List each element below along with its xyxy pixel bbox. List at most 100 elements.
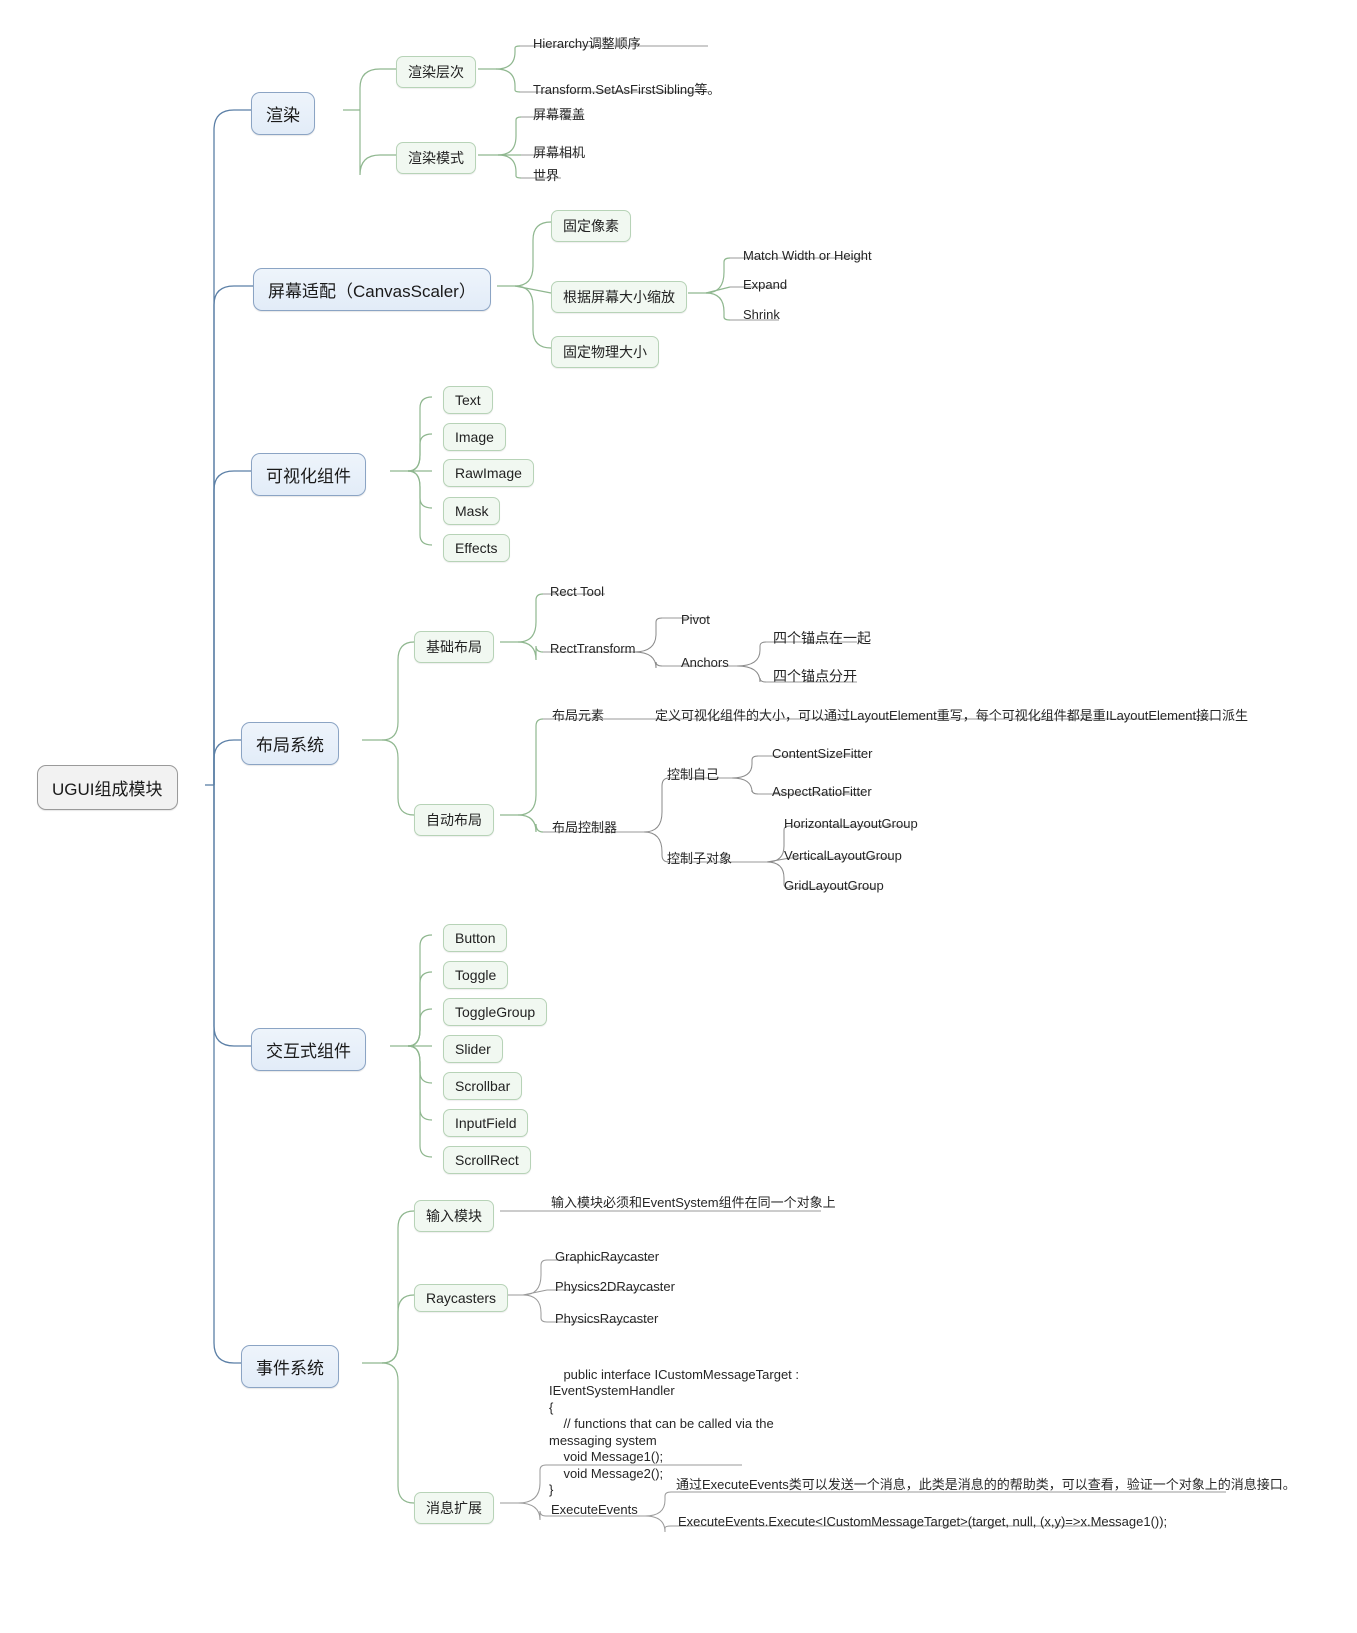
- leaf-label: GridLayoutGroup: [784, 878, 884, 893]
- leaf-label: Hierarchy调整顺序: [533, 36, 641, 51]
- leaf-anchors-together[interactable]: 四个锚点在一起: [771, 631, 873, 648]
- node-text[interactable]: Text: [443, 386, 493, 414]
- leaf-label: 控制自己: [667, 767, 720, 782]
- node-input-field[interactable]: InputField: [443, 1109, 529, 1137]
- leaf-control-children[interactable]: 控制子对象: [665, 851, 734, 868]
- node-label: Mask: [455, 503, 489, 519]
- leaf-screen-overlay[interactable]: 屏幕覆盖: [531, 107, 587, 124]
- leaf-label: 四个锚点分开: [773, 668, 857, 684]
- node-label: Effects: [455, 540, 498, 556]
- node-label: Toggle: [455, 967, 497, 983]
- leaf-shrink[interactable]: Shrink: [741, 307, 782, 324]
- leaf-layout-controller[interactable]: 布局控制器: [550, 820, 619, 837]
- node-constant-physical[interactable]: 固定物理大小: [551, 336, 659, 368]
- leaf-label: Pivot: [681, 612, 710, 627]
- leaf-content-size-fitter[interactable]: ContentSizeFitter: [770, 746, 874, 763]
- leaf-world[interactable]: 世界: [531, 168, 561, 185]
- leaf-label: Rect Tool: [550, 584, 604, 599]
- node-label: 固定物理大小: [563, 344, 647, 360]
- leaf-label: 屏幕覆盖: [533, 107, 586, 122]
- node-label: ScrollRect: [455, 1152, 519, 1168]
- leaf-grid-layout-group[interactable]: GridLayoutGroup: [782, 878, 886, 895]
- leaf-rect-transform[interactable]: RectTransform: [548, 641, 637, 658]
- leaf-label: 屏幕相机: [533, 145, 586, 160]
- node-scroll-rect[interactable]: ScrollRect: [443, 1146, 531, 1174]
- node-constant-pixel[interactable]: 固定像素: [551, 210, 631, 242]
- node-render-layer[interactable]: 渲染层次: [396, 56, 476, 88]
- node-label: 基础布局: [426, 639, 482, 655]
- leaf-horizontal-layout-group[interactable]: HorizontalLayoutGroup: [782, 816, 920, 833]
- leaf-hierarchy-order[interactable]: Hierarchy调整顺序: [531, 36, 643, 53]
- leaf-anchors[interactable]: Anchors: [679, 655, 731, 672]
- leaf-set-as-first-sibling[interactable]: Transform.SetAsFirstSibling等。: [531, 82, 722, 99]
- leaf-label: VerticalLayoutGroup: [784, 848, 902, 863]
- leaf-label: RectTransform: [550, 641, 636, 656]
- leaf-match-width-or-height[interactable]: Match Width or Height: [741, 248, 874, 265]
- branch-node-interactive-components[interactable]: 交互式组件: [251, 1028, 366, 1071]
- node-button[interactable]: Button: [443, 924, 508, 952]
- node-effects[interactable]: Effects: [443, 534, 510, 562]
- leaf-label: 世界: [533, 168, 560, 183]
- node-auto-layout[interactable]: 自动布局: [414, 804, 494, 836]
- branch-node-layout-system[interactable]: 布局系统: [241, 722, 339, 765]
- node-scale-with-screen[interactable]: 根据屏幕大小缩放: [551, 281, 687, 313]
- leaf-layout-element[interactable]: 布局元素: [550, 708, 606, 725]
- branch-label: 交互式组件: [266, 1042, 351, 1061]
- leaf-execute-events[interactable]: ExecuteEvents: [549, 1502, 640, 1519]
- branch-node-render[interactable]: 渲染: [251, 92, 315, 135]
- input-module-description: 输入模块必须和EventSystem组件在同一个对象上: [551, 1195, 836, 1210]
- leaf-label: Transform.SetAsFirstSibling等。: [533, 82, 721, 97]
- leaf-execute-events-code[interactable]: ExecuteEvents.Execute<ICustomMessageTarg…: [676, 1514, 1169, 1531]
- leaf-aspect-ratio-fitter[interactable]: AspectRatioFitter: [770, 784, 874, 801]
- node-label: Text: [455, 392, 481, 408]
- node-render-mode[interactable]: 渲染模式: [396, 142, 476, 174]
- leaf-label: Expand: [743, 277, 788, 292]
- leaf-physics-raycaster[interactable]: PhysicsRaycaster: [553, 1311, 660, 1328]
- node-image[interactable]: Image: [443, 423, 506, 451]
- leaf-screen-camera[interactable]: 屏幕相机: [531, 145, 587, 162]
- leaf-vertical-layout-group[interactable]: VerticalLayoutGroup: [782, 848, 904, 865]
- leaf-label: ContentSizeFitter: [772, 746, 873, 761]
- node-label: InputField: [455, 1115, 517, 1131]
- node-label: 固定像素: [563, 218, 619, 234]
- node-toggle[interactable]: Toggle: [443, 961, 509, 989]
- branch-label: 渲染: [266, 106, 300, 125]
- branch-node-canvas-scaler[interactable]: 屏幕适配（CanvasScaler）: [253, 268, 491, 311]
- root-node[interactable]: UGUI组成模块: [37, 765, 178, 810]
- leaf-label: 控制子对象: [667, 851, 733, 866]
- node-label: RawImage: [455, 465, 522, 481]
- node-input-module[interactable]: 输入模块: [414, 1200, 494, 1232]
- desc-label: 通过ExecuteEvents类可以发送一个消息，此类是消息的的帮助类，可以查看…: [676, 1477, 1296, 1492]
- node-basic-layout[interactable]: 基础布局: [414, 631, 494, 663]
- node-label: 自动布局: [426, 812, 482, 828]
- leaf-control-self[interactable]: 控制自己: [665, 767, 721, 784]
- node-label: 根据屏幕大小缩放: [563, 289, 675, 305]
- leaf-label: 布局控制器: [552, 820, 618, 835]
- mindmap-canvas: UGUI组成模块 渲染 渲染层次 渲染模式 Hierarchy调整顺序 Tran…: [0, 0, 1357, 1633]
- leaf-pivot[interactable]: Pivot: [679, 612, 712, 629]
- leaf-label: AspectRatioFitter: [772, 784, 872, 799]
- node-slider[interactable]: Slider: [443, 1035, 503, 1063]
- leaf-label: Anchors: [681, 655, 729, 670]
- layout-element-description: 定义可视化组件的大小，可以通过LayoutElement重写，每个可视化组件都是…: [655, 708, 1248, 723]
- leaf-rect-tool[interactable]: Rect Tool: [548, 584, 606, 601]
- leaf-physics2d-raycaster[interactable]: Physics2DRaycaster: [553, 1279, 677, 1296]
- leaf-label: Match Width or Height: [743, 248, 872, 263]
- node-toggle-group[interactable]: ToggleGroup: [443, 998, 548, 1026]
- node-scrollbar[interactable]: Scrollbar: [443, 1072, 523, 1100]
- branch-node-visual-components[interactable]: 可视化组件: [251, 453, 366, 496]
- leaf-anchors-apart[interactable]: 四个锚点分开: [771, 669, 859, 686]
- leaf-label: Physics2DRaycaster: [555, 1279, 675, 1294]
- branch-node-event-system[interactable]: 事件系统: [241, 1345, 339, 1388]
- node-mask[interactable]: Mask: [443, 497, 501, 525]
- leaf-graphic-raycaster[interactable]: GraphicRaycaster: [553, 1249, 661, 1266]
- leaf-label: 布局元素: [552, 708, 605, 723]
- node-label: 渲染模式: [408, 150, 464, 166]
- node-label: 渲染层次: [408, 64, 464, 80]
- leaf-expand[interactable]: Expand: [741, 277, 789, 294]
- node-rawimage[interactable]: RawImage: [443, 459, 534, 487]
- node-label: Raycasters: [426, 1290, 497, 1306]
- node-raycasters[interactable]: Raycasters: [414, 1284, 509, 1312]
- node-message-extension[interactable]: 消息扩展: [414, 1492, 494, 1524]
- branch-label: 可视化组件: [266, 467, 351, 486]
